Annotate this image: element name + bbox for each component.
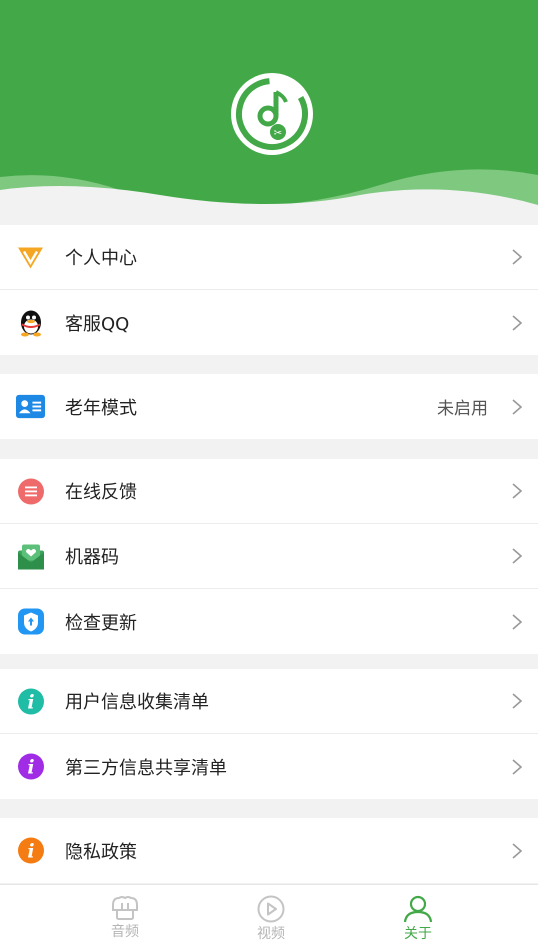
menu-item-label: 机器码 bbox=[65, 547, 119, 568]
menu-group-tools: 在线反馈 机器码 检查更新 bbox=[0, 459, 538, 654]
chevron-right-icon bbox=[512, 314, 523, 331]
video-play-icon bbox=[257, 895, 285, 923]
menu-item-check-update[interactable]: 检查更新 bbox=[0, 589, 538, 654]
vip-diamond-icon bbox=[16, 243, 45, 272]
tab-about[interactable]: 关于 bbox=[378, 885, 458, 949]
chevron-right-icon bbox=[512, 249, 523, 265]
tab-video[interactable]: 视频 bbox=[231, 885, 311, 949]
info-icon: i bbox=[16, 687, 45, 716]
chevron-right-icon bbox=[512, 613, 523, 630]
info-icon: i bbox=[16, 752, 45, 781]
menu-item-machine-code[interactable]: 机器码 bbox=[0, 524, 538, 589]
chevron-right-icon bbox=[512, 398, 523, 415]
audio-tab-icon bbox=[112, 896, 138, 920]
menu-item-label: 隐私政策 bbox=[65, 841, 137, 863]
chevron-right-icon bbox=[512, 842, 523, 859]
person-icon bbox=[403, 895, 433, 923]
menu-group-info-lists: i 用户信息收集清单 i 第三方信息共享清单 bbox=[0, 669, 538, 799]
menu-item-label: 检查更新 bbox=[65, 612, 137, 634]
bottom-tab-bar: 音频 视频 关于 bbox=[0, 884, 538, 949]
tab-label: 关于 bbox=[404, 926, 432, 942]
tab-audio[interactable]: 音频 bbox=[85, 885, 165, 949]
id-card-icon bbox=[16, 392, 45, 421]
menu-item-personal-center[interactable]: 个人中心 bbox=[0, 225, 538, 290]
menu-item-label: 客服QQ bbox=[65, 313, 130, 335]
menu-item-elderly-mode[interactable]: 老年模式 未启用 bbox=[0, 374, 538, 439]
chevron-right-icon bbox=[512, 548, 523, 564]
music-disc-logo-icon: ✂ bbox=[231, 73, 313, 155]
svg-text:i: i bbox=[27, 841, 34, 863]
menu-item-label: 在线反馈 bbox=[65, 482, 137, 503]
tab-label: 音频 bbox=[111, 924, 139, 940]
menu-item-customer-service-qq[interactable]: 客服QQ bbox=[0, 290, 538, 355]
menu-item-label: 老年模式 bbox=[65, 397, 137, 419]
menu-group-account: 个人中心 客服QQ bbox=[0, 225, 538, 355]
chevron-right-icon bbox=[512, 758, 523, 775]
envelope-heart-icon bbox=[16, 542, 45, 571]
header-banner: ✂ bbox=[0, 0, 538, 225]
menu-item-label: 用户信息收集清单 bbox=[65, 692, 209, 713]
chevron-right-icon bbox=[512, 483, 523, 499]
chevron-right-icon bbox=[512, 693, 523, 709]
elderly-mode-status: 未启用 bbox=[437, 399, 488, 419]
menu-group-policy: i 隐私政策 bbox=[0, 818, 538, 883]
menu-item-label: 第三方信息共享清单 bbox=[65, 757, 227, 779]
menu-group-mode: 老年模式 未启用 bbox=[0, 374, 538, 439]
menu-item-third-party-sharing-list[interactable]: i 第三方信息共享清单 bbox=[0, 734, 538, 799]
menu-item-online-feedback[interactable]: 在线反馈 bbox=[0, 459, 538, 524]
info-icon: i bbox=[16, 836, 45, 865]
menu-item-label: 个人中心 bbox=[65, 248, 137, 269]
tab-label: 视频 bbox=[257, 926, 285, 942]
svg-text:i: i bbox=[27, 757, 34, 779]
menu-item-user-info-collection-list[interactable]: i 用户信息收集清单 bbox=[0, 669, 538, 734]
header-wave bbox=[0, 169, 538, 225]
svg-text:✂: ✂ bbox=[274, 128, 282, 139]
svg-text:i: i bbox=[27, 691, 34, 713]
feedback-icon bbox=[16, 477, 45, 506]
menu-item-privacy-policy[interactable]: i 隐私政策 bbox=[0, 818, 538, 883]
update-shield-icon bbox=[16, 607, 45, 636]
qq-penguin-icon bbox=[16, 308, 45, 337]
